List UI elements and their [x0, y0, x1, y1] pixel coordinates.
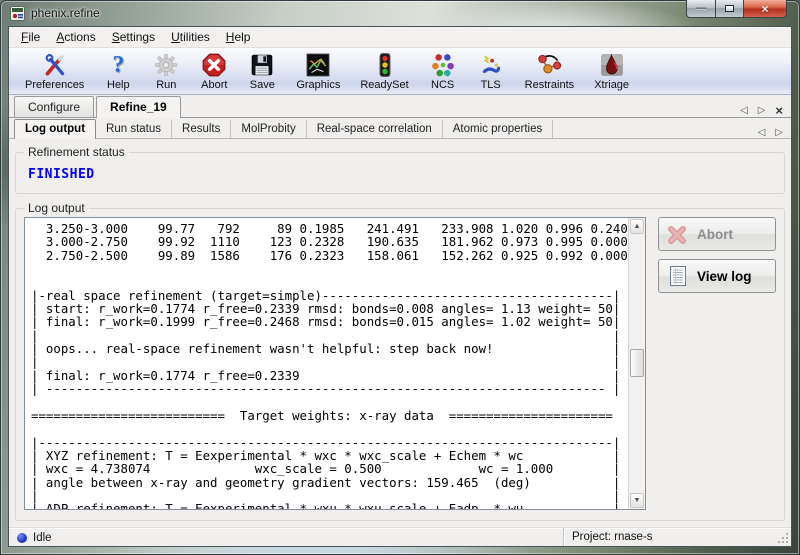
abort-x-icon — [666, 222, 690, 246]
run-gear-icon — [152, 51, 180, 79]
toolbar-label: NCS — [431, 79, 454, 91]
toolbar-label: Abort — [201, 79, 227, 91]
close-button[interactable]: × — [744, 0, 787, 18]
window-title: phenix.refine — [31, 6, 100, 20]
toolbar-label: Graphics — [296, 79, 340, 91]
maximize-icon — [725, 5, 734, 12]
resize-grip[interactable] — [777, 532, 789, 544]
tab-close-icon[interactable]: × — [775, 104, 783, 117]
toolbar-label: Preferences — [25, 79, 84, 91]
toolbar-restraints[interactable]: Restraints — [515, 50, 585, 92]
toolbar-label: Run — [156, 79, 176, 91]
idle-status-icon — [17, 533, 27, 543]
menu-settings[interactable]: Settings — [104, 28, 163, 46]
toolbar-ncs[interactable]: NCS — [419, 50, 467, 92]
menu-help[interactable]: Help — [218, 28, 259, 46]
abort-octagon-icon — [200, 51, 228, 79]
toolbar-label: Xtriage — [594, 79, 629, 91]
log-output-group: Log output 3.250-3.000 99.77 792 89 0.19… — [15, 208, 785, 521]
tab-results[interactable]: Results — [172, 120, 231, 138]
scroll-up-icon[interactable]: ▲ — [630, 219, 644, 234]
log-output-label: Log output — [24, 201, 89, 215]
tab-scroll-left-icon[interactable]: ◁ — [740, 106, 748, 116]
view-log-icon — [666, 264, 690, 288]
main-tab-controls: ◁ ▷ × — [740, 104, 791, 117]
menu-utilities[interactable]: Utilities — [163, 28, 218, 46]
minimize-button[interactable]: — — [686, 0, 715, 18]
app-icon — [10, 6, 25, 21]
preferences-icon — [41, 51, 69, 79]
refinement-status-value: FINISHED — [28, 167, 95, 182]
menubar: File Actions Settings Utilities Help — [9, 27, 791, 48]
toolbar-label: Save — [250, 79, 275, 91]
toolbar-run[interactable]: Run — [142, 50, 190, 92]
toolbar-label: ReadySet — [360, 79, 408, 91]
restraints-icon — [535, 51, 563, 79]
tab-configure[interactable]: Configure — [14, 96, 94, 117]
toolbar-tls[interactable]: TLS — [467, 50, 515, 92]
sub-tab-controls: ◁ ▷ — [758, 128, 791, 138]
toolbar: Preferences ? Help — [9, 48, 791, 95]
toolbar-preferences[interactable]: Preferences — [15, 50, 94, 92]
log-action-buttons: Abort View log — [658, 217, 776, 510]
log-output-page: Refinement status FINISHED Log output 3.… — [9, 139, 791, 527]
toolbar-graphics[interactable]: Graphics — [286, 50, 350, 92]
menu-actions[interactable]: Actions — [48, 28, 103, 46]
save-floppy-icon — [248, 51, 276, 79]
maximize-button[interactable] — [715, 0, 744, 18]
subtab-scroll-left-icon[interactable]: ◁ — [758, 128, 766, 138]
status-project: Project: rnase-s — [563, 528, 791, 546]
log-text[interactable]: 3.250-3.000 99.77 792 89 0.1985 241.491 … — [25, 218, 628, 509]
menu-file[interactable]: File — [13, 28, 48, 46]
main-tab-strip: Configure Refine_19 ◁ ▷ × — [9, 95, 791, 118]
tab-atomic-properties[interactable]: Atomic properties — [443, 120, 553, 138]
tab-run-status[interactable]: Run status — [96, 120, 172, 138]
view-log-button[interactable]: View log — [658, 259, 776, 293]
view-log-button-label: View log — [697, 269, 752, 284]
phenix-refine-window: phenix.refine — × File Actions Settings … — [0, 0, 800, 555]
toolbar-label: Restraints — [525, 79, 575, 91]
toolbar-save[interactable]: Save — [238, 50, 286, 92]
help-icon: ? — [104, 51, 132, 79]
toolbar-xtriage[interactable]: Xtriage — [584, 50, 639, 92]
traffic-light-icon — [371, 51, 399, 79]
xtriage-icon — [598, 51, 626, 79]
toolbar-readyset[interactable]: ReadySet — [350, 50, 418, 92]
status-state-text: Idle — [33, 532, 52, 544]
tls-icon — [477, 51, 505, 79]
toolbar-abort[interactable]: Abort — [190, 50, 238, 92]
tab-refine-19[interactable]: Refine_19 — [96, 96, 181, 118]
toolbar-label: TLS — [481, 79, 501, 91]
tab-molprobity[interactable]: MolProbity — [231, 120, 306, 138]
statusbar: Idle Project: rnase-s — [9, 527, 791, 546]
tab-scroll-right-icon[interactable]: ▷ — [758, 106, 766, 116]
window-controls: — × — [686, 0, 787, 18]
tab-log-output[interactable]: Log output — [14, 119, 96, 139]
status-state: Idle — [9, 528, 563, 546]
client-area: File Actions Settings Utilities Help Pre… — [8, 26, 792, 547]
refinement-status-group: Refinement status FINISHED — [15, 152, 785, 194]
scroll-down-icon[interactable]: ▼ — [630, 493, 644, 508]
ncs-icon — [429, 51, 457, 79]
status-project-text: Project: rnase-s — [572, 531, 653, 543]
log-vertical-scrollbar[interactable]: ▲ ▼ — [628, 218, 645, 509]
log-text-view[interactable]: 3.250-3.000 99.77 792 89 0.1985 241.491 … — [24, 217, 646, 510]
refinement-status-label: Refinement status — [24, 145, 129, 159]
subtab-scroll-right-icon[interactable]: ▷ — [775, 128, 783, 138]
titlebar[interactable]: phenix.refine — × — [0, 0, 800, 26]
sub-tab-strip: Log output Run status Results MolProbity… — [9, 118, 791, 139]
graphics-icon — [304, 51, 332, 79]
abort-button[interactable]: Abort — [658, 217, 776, 251]
toolbar-label: Help — [107, 79, 130, 91]
toolbar-help[interactable]: ? Help — [94, 50, 142, 92]
abort-button-label: Abort — [697, 227, 733, 242]
scrollbar-thumb[interactable] — [630, 349, 644, 377]
tab-real-space-correlation[interactable]: Real-space correlation — [307, 120, 443, 138]
